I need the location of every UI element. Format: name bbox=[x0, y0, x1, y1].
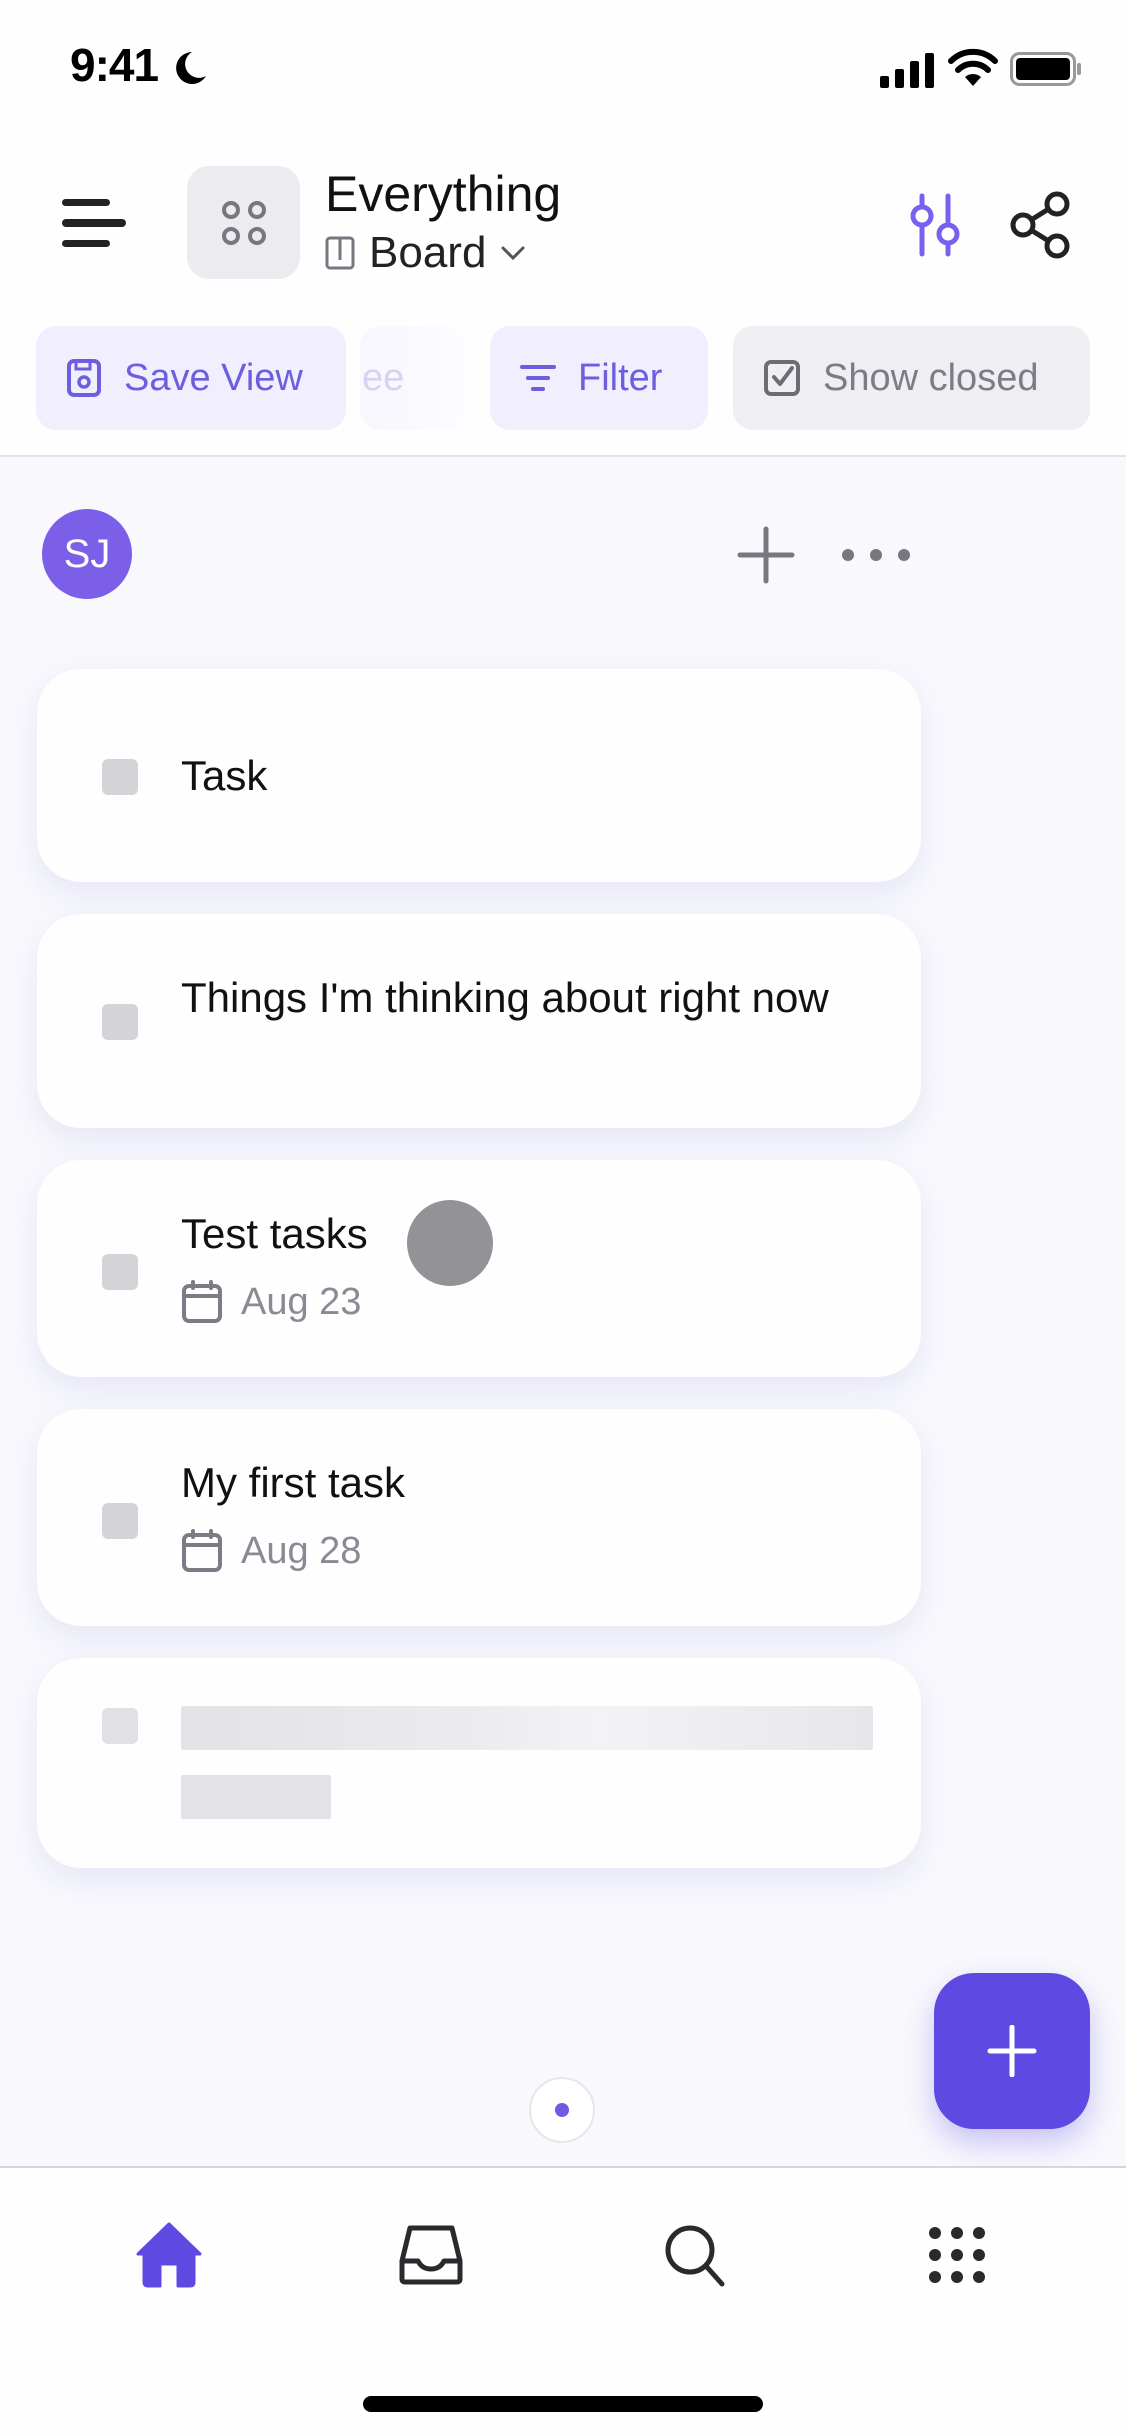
show-closed-label: Show closed bbox=[823, 356, 1039, 399]
touch-indicator bbox=[407, 1200, 493, 1286]
task-card[interactable]: Things I'm thinking about right now bbox=[37, 914, 921, 1128]
due-date-label: Aug 28 bbox=[241, 1529, 362, 1572]
plus-icon[interactable] bbox=[736, 525, 796, 585]
task-checkbox[interactable] bbox=[102, 1004, 138, 1040]
task-title: My first task bbox=[181, 1459, 406, 1506]
save-view-button[interactable]: Save View bbox=[36, 326, 346, 430]
skeleton-title-bar bbox=[181, 1706, 873, 1750]
filter-label: Filter bbox=[578, 356, 663, 399]
calendar-icon bbox=[182, 1280, 222, 1323]
plus-icon bbox=[987, 2025, 1037, 2077]
chevron-down-icon bbox=[501, 246, 525, 261]
tab-search[interactable] bbox=[650, 2210, 740, 2300]
battery-icon bbox=[1010, 52, 1081, 86]
floppy-disk-icon bbox=[67, 359, 101, 397]
skeleton-checkbox bbox=[102, 1708, 138, 1744]
task-title: Test tasks bbox=[181, 1210, 368, 1257]
task-title: Things I'm thinking about right now bbox=[181, 974, 829, 1021]
board-icon bbox=[325, 236, 355, 270]
cellular-signal-icon bbox=[880, 53, 934, 88]
space-icon-button[interactable] bbox=[187, 166, 300, 279]
page-title: Everything bbox=[325, 166, 562, 222]
skeleton-meta-bar bbox=[181, 1775, 331, 1819]
tab-home[interactable] bbox=[124, 2210, 214, 2300]
task-card[interactable]: My first task Aug 28 bbox=[37, 1409, 921, 1626]
share-icon[interactable] bbox=[1005, 190, 1075, 260]
wifi-icon bbox=[948, 48, 998, 86]
apps-grid-icon bbox=[929, 2227, 985, 2283]
status-time: 9:41 bbox=[70, 39, 159, 91]
task-checkbox[interactable] bbox=[102, 759, 138, 795]
task-title: Task bbox=[181, 752, 268, 799]
task-due-date: Aug 23 bbox=[181, 1280, 361, 1324]
skeleton-card bbox=[37, 1658, 921, 1868]
show-closed-toggle[interactable]: Show closed bbox=[733, 326, 1090, 430]
create-task-button[interactable] bbox=[934, 1973, 1090, 2129]
inbox-icon bbox=[399, 2225, 463, 2285]
checkbox-checked-icon bbox=[764, 360, 800, 396]
filter-icon bbox=[520, 365, 556, 391]
space-grid-icon bbox=[221, 200, 266, 245]
home-indicator[interactable] bbox=[363, 2396, 763, 2412]
task-due-date: Aug 28 bbox=[181, 1529, 361, 1573]
task-card[interactable]: Task bbox=[37, 669, 921, 882]
task-checkbox[interactable] bbox=[102, 1503, 138, 1539]
save-view-label: Save View bbox=[124, 356, 303, 399]
task-checkbox[interactable] bbox=[102, 1254, 138, 1290]
moon-icon bbox=[176, 52, 206, 84]
sliders-icon[interactable] bbox=[900, 190, 970, 260]
avatar[interactable]: SJ bbox=[42, 509, 132, 599]
calendar-icon bbox=[182, 1529, 222, 1572]
home-icon bbox=[136, 2222, 202, 2288]
more-horizontal-icon[interactable] bbox=[838, 530, 914, 580]
view-switcher[interactable]: Board bbox=[325, 228, 526, 278]
view-label: Board bbox=[369, 228, 487, 277]
search-icon bbox=[665, 2225, 725, 2287]
hamburger-menu-icon[interactable] bbox=[60, 195, 130, 255]
assignee-chip-partial[interactable]: ee bbox=[360, 326, 465, 430]
assignee-chip-label: ee bbox=[362, 356, 405, 399]
tab-inbox[interactable] bbox=[386, 2210, 476, 2300]
board-page-indicator[interactable] bbox=[529, 2077, 595, 2143]
page-dot bbox=[555, 2103, 569, 2117]
task-card[interactable]: Test tasks Aug 23 bbox=[37, 1160, 921, 1377]
filter-button[interactable]: Filter bbox=[490, 326, 708, 430]
tab-apps[interactable] bbox=[912, 2210, 1002, 2300]
due-date-label: Aug 23 bbox=[241, 1280, 362, 1323]
